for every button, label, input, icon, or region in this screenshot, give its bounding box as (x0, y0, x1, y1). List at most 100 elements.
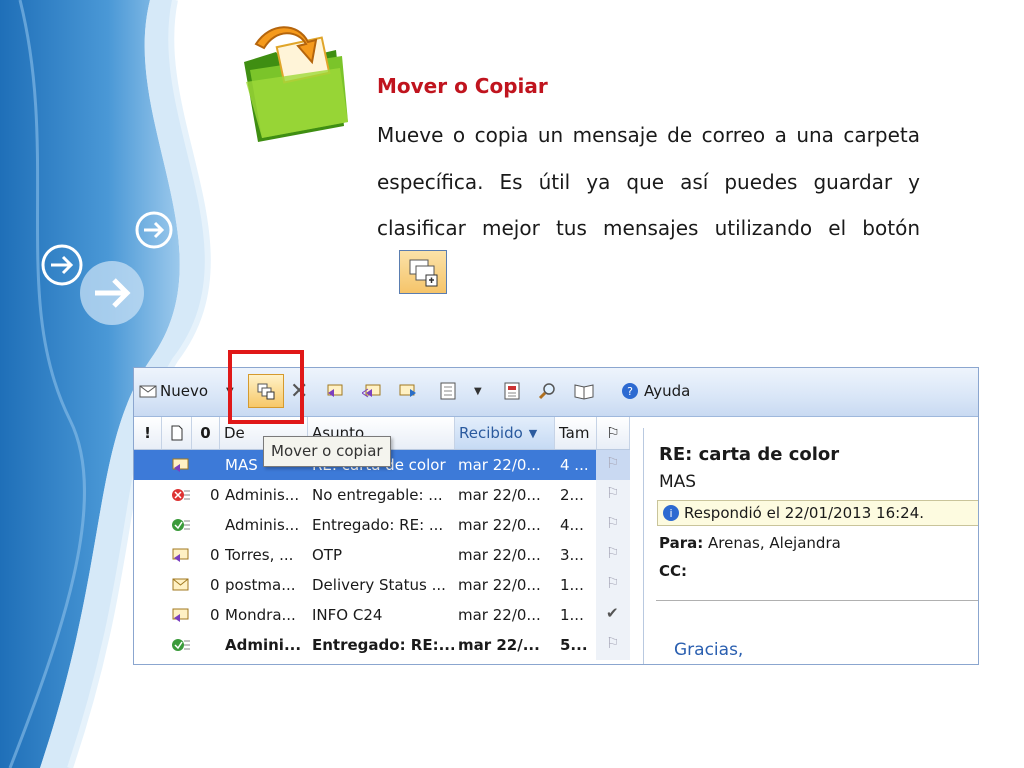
row-size: 4 ... (560, 456, 589, 474)
reply-all-button[interactable] (362, 378, 382, 404)
new-message-label: Nuevo (160, 382, 209, 400)
move-copy-tooltip: Mover o copiar (263, 436, 391, 467)
find-icon (538, 383, 555, 400)
row-received: mar 22/0... (458, 486, 541, 504)
reading-info-text: Respondió el 22/01/2013 16:24. (684, 504, 925, 522)
forward-button[interactable] (398, 378, 418, 404)
size-column-header[interactable]: Tam (555, 417, 597, 449)
reading-to-line: Para: Arenas, Alejandra (659, 534, 841, 552)
table-row[interactable]: 0 postma... Delivery Status ... mar 22/0...… (134, 570, 630, 600)
delivered-icon (170, 516, 192, 534)
forward-icon (399, 384, 416, 397)
undeliverable-icon (170, 486, 192, 504)
row-subject: OTP (312, 546, 343, 564)
flag-icon: ⚐ (606, 484, 620, 502)
slide-body-content: Mueve o copia un mensaje de correo a una… (377, 123, 920, 240)
flag-icon: ⚐ (606, 574, 620, 592)
table-row[interactable]: Adminis... Entregado: RE: ... mar 22/0... 4… (134, 510, 630, 540)
slide-title: Mover o Copiar (377, 74, 548, 98)
reading-sender: MAS (659, 472, 697, 492)
reading-cc-line: CC: (659, 562, 687, 580)
table-row[interactable]: 0 Adminis... No entregable: ... mar 22/0...… (134, 480, 630, 510)
highlight-box (228, 350, 304, 424)
replied-envelope-icon (170, 456, 192, 474)
row-subject: Delivery Status ... (312, 576, 446, 594)
attachment-column-header[interactable]: 0 (192, 417, 220, 449)
slide-body-text: Mueve o copia un mensaje de correo a una… (377, 112, 920, 298)
received-header-label: Recibido (459, 424, 523, 442)
move-copy-icon (399, 250, 447, 294)
reply-icon (327, 384, 343, 397)
row-from: Torres, ... (225, 546, 294, 564)
svg-text:?: ? (627, 385, 633, 398)
book-button[interactable] (574, 378, 594, 404)
row-received: mar 22/0... (458, 606, 541, 624)
row-received: mar 22/0... (458, 516, 541, 534)
table-row[interactable]: Admini... Entregado: RE:... mar 22/... 5...… (134, 630, 630, 660)
dropdown-arrow-icon: ▼ (474, 385, 482, 397)
row-size: 1... (560, 606, 584, 624)
sort-arrow-icon: ▼ (528, 426, 538, 440)
paperclip-icon: 0 (200, 424, 211, 442)
row-size: 2... (560, 486, 584, 504)
paperclip-icon: 0 (210, 486, 220, 504)
importance-column-header[interactable]: ! (134, 417, 162, 449)
svg-text:i: i (669, 507, 672, 520)
flag-icon: ⚐ (606, 514, 620, 532)
view-dropdown-button[interactable]: ▼ (474, 378, 482, 404)
row-flag-cell[interactable]: ⚐ (596, 510, 630, 540)
paperclip-icon: 0 (210, 606, 220, 624)
check-icon: ✔ (606, 604, 619, 622)
row-from: Adminis... (225, 516, 300, 534)
row-flag-cell[interactable]: ⚐ (596, 570, 630, 600)
reading-pane: RE: carta de color MAS i Respondió el 22… (643, 428, 978, 664)
row-flag-cell[interactable]: ⚐ (596, 630, 630, 660)
row-from: Adminis... (225, 486, 300, 504)
document-icon (171, 425, 182, 441)
received-column-header[interactable]: Recibido ▼ (455, 417, 555, 449)
size-header-label: Tam (559, 424, 590, 442)
new-message-icon (139, 385, 157, 398)
flag-icon: ⚐ (606, 634, 620, 652)
help-button[interactable]: ? Ayuda (620, 378, 690, 404)
delivered-icon (170, 636, 192, 654)
type-column-header[interactable] (162, 417, 192, 449)
address-book-button[interactable] (502, 378, 522, 404)
row-flag-cell[interactable]: ✔ (596, 600, 630, 630)
view-button[interactable] (438, 378, 458, 404)
row-size: 1... (560, 576, 584, 594)
row-size: 4... (560, 516, 584, 534)
row-received: mar 22/0... (458, 456, 541, 474)
row-size: 5... (560, 636, 588, 654)
find-button[interactable] (538, 378, 558, 404)
flag-icon: ⚐ (606, 544, 620, 562)
row-received: mar 22/0... (458, 576, 541, 594)
row-subject: Entregado: RE: ... (312, 516, 444, 534)
reply-button[interactable] (326, 378, 346, 404)
to-value: Arenas, Alejandra (708, 534, 841, 552)
flag-icon: ⚐ (606, 424, 620, 442)
table-row[interactable]: 0 Mondra... INFO C24 mar 22/0... 1... ✔ (134, 600, 630, 630)
table-row[interactable]: 0 Torres, ... OTP mar 22/0... 3... ⚐ (134, 540, 630, 570)
row-received: mar 22/... (458, 636, 540, 654)
row-from: Admini... (225, 636, 302, 654)
info-icon: i (663, 505, 679, 521)
row-subject: No entregable: ... (312, 486, 443, 504)
reading-subject: RE: carta de color (659, 444, 840, 465)
move-folder-icon (244, 26, 348, 142)
flag-column-header[interactable]: ⚐ (597, 417, 630, 449)
flag-icon: ⚐ (606, 454, 620, 472)
row-from: Mondra... (225, 606, 296, 624)
book-icon (574, 384, 594, 400)
row-flag-cell[interactable]: ⚐ (596, 450, 630, 480)
row-flag-cell[interactable]: ⚐ (596, 540, 630, 570)
paperclip-icon: 0 (210, 576, 220, 594)
new-message-button[interactable]: Nuevo (138, 378, 208, 404)
row-received: mar 22/0... (458, 546, 541, 564)
address-book-icon (504, 382, 520, 400)
row-flag-cell[interactable]: ⚐ (596, 480, 630, 510)
paperclip-icon: 0 (210, 546, 220, 564)
row-from: postma... (225, 576, 296, 594)
importance-header-label: ! (144, 424, 151, 442)
replied-envelope-icon (170, 546, 192, 564)
